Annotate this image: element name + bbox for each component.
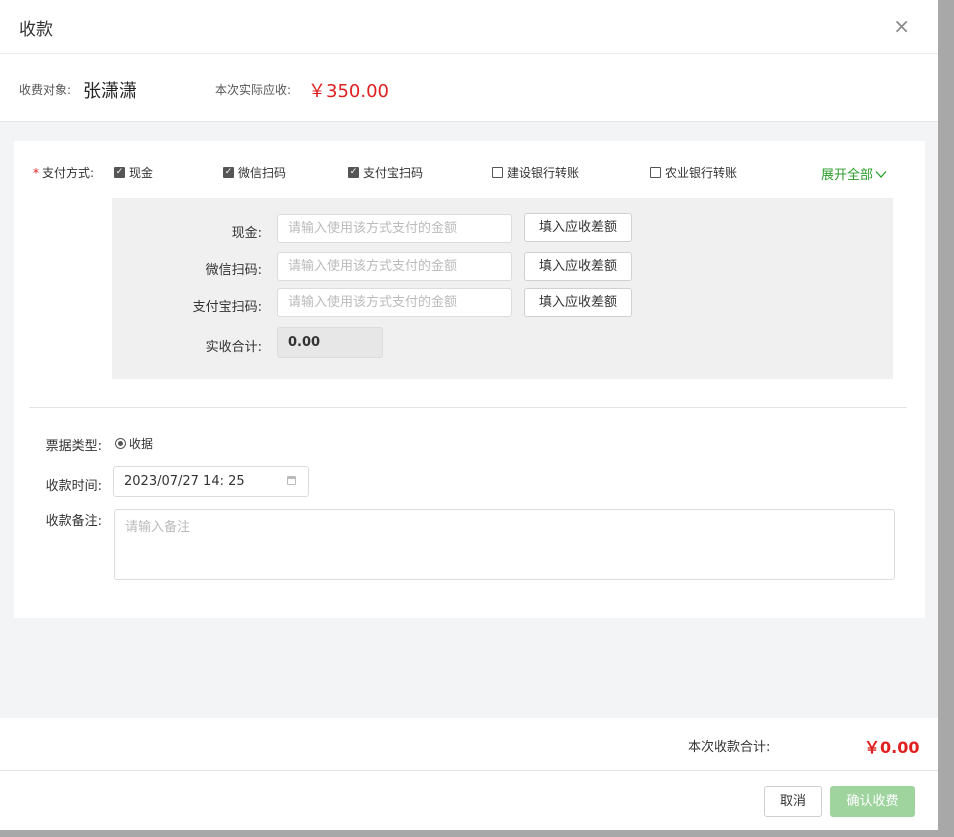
section-divider: [29, 407, 907, 408]
payer-name: 张潇潇: [83, 81, 137, 102]
cash-amount-input[interactable]: 请输入使用该方式支付的金额: [277, 214, 512, 243]
alipay-amount-input[interactable]: 请输入使用该方式支付的金额: [277, 288, 512, 317]
method-checkbox-label: 农业银行转账: [665, 166, 738, 180]
cancel-button[interactable]: 取消: [764, 786, 822, 817]
dialog-footer: 取消 确认收费: [0, 771, 938, 830]
remark-textarea[interactable]: 请输入备注: [114, 509, 895, 580]
received-total-label: 实收合计:: [205, 340, 262, 355]
cash-amount-label: 现金:: [231, 226, 262, 241]
remark-label: 收款备注:: [45, 514, 102, 529]
checkbox-unchecked-icon: [492, 167, 503, 178]
method-checkbox-wechat[interactable]: ✓ 微信扫码: [223, 164, 286, 181]
close-icon[interactable]: ×: [893, 14, 910, 38]
method-checkbox-label: 建设银行转账: [507, 166, 580, 180]
payment-dialog: 收款 × 收费对象: 张潇潇 本次实际应收: ￥350.00 * 支付方式: ✓ …: [0, 0, 938, 830]
method-checkbox-alipay[interactable]: ✓ 支付宝扫码: [348, 164, 423, 181]
payer-label: 收费对象:: [19, 83, 72, 97]
payment-method-label-text: 支付方式:: [42, 166, 95, 180]
dialog-header: 收款 ×: [0, 0, 938, 54]
required-mark: *: [33, 166, 39, 180]
receipt-type-option: 收据: [129, 437, 154, 451]
payment-form-panel: * 支付方式: ✓ 现金 ✓ 微信扫码 ✓ 支付宝扫码 建设银行转账 农业银行转账…: [14, 141, 925, 618]
method-checkbox-label: 微信扫码: [238, 166, 287, 180]
collected-total-label: 本次收款合计:: [688, 740, 771, 755]
receipt-type-label: 票据类型:: [45, 439, 102, 454]
wechat-amount-label: 微信扫码:: [205, 263, 262, 278]
alipay-amount-label: 支付宝扫码:: [192, 300, 262, 315]
radio-selected-icon: [115, 438, 126, 449]
calendar-icon: [287, 476, 296, 485]
method-checkbox-ccb-transfer[interactable]: 建设银行转账: [492, 164, 579, 181]
checkbox-checked-icon: ✓: [348, 167, 359, 178]
payment-time-picker[interactable]: 2023/07/27 14: 25: [113, 466, 309, 497]
payment-info-bar: 收费对象: 张潇潇 本次实际应收: ￥350.00: [0, 54, 938, 122]
collected-total-value: ￥0.00: [864, 738, 920, 757]
method-checkbox-label: 支付宝扫码: [363, 166, 424, 180]
fill-cash-difference-button[interactable]: 填入应收差额: [524, 213, 632, 242]
amount-due-value: ￥350.00: [308, 81, 389, 102]
payment-method-label: * 支付方式:: [33, 164, 94, 181]
payment-time-label: 收款时间:: [45, 479, 102, 494]
wechat-amount-input[interactable]: 请输入使用该方式支付的金额: [277, 252, 512, 281]
payment-amounts-section: 现金: 请输入使用该方式支付的金额 填入应收差额 微信扫码: 请输入使用该方式支…: [112, 198, 893, 379]
fill-wechat-difference-button[interactable]: 填入应收差额: [524, 252, 632, 281]
total-summary-bar: 本次收款合计: ￥0.00: [0, 718, 938, 771]
checkbox-unchecked-icon: [650, 167, 661, 178]
expand-all-label: 展开全部: [821, 168, 874, 183]
amount-due-label: 本次实际应收:: [215, 83, 292, 97]
dialog-title: 收款: [19, 20, 53, 40]
fill-alipay-difference-button[interactable]: 填入应收差额: [524, 288, 632, 317]
method-checkbox-cash[interactable]: ✓ 现金: [114, 164, 153, 181]
receipt-type-radio[interactable]: 收据: [115, 435, 153, 452]
expand-all-link[interactable]: 展开全部: [821, 164, 887, 183]
confirm-payment-button[interactable]: 确认收费: [830, 786, 915, 817]
payment-time-value: 2023/07/27 14: 25: [124, 474, 245, 489]
checkbox-checked-icon: ✓: [114, 167, 125, 178]
method-checkbox-label: 现金: [129, 166, 154, 180]
chevron-down-icon: [875, 171, 887, 178]
method-checkbox-abc-transfer[interactable]: 农业银行转账: [650, 164, 737, 181]
checkbox-checked-icon: ✓: [223, 167, 234, 178]
received-total-value: 0.00: [277, 327, 383, 358]
